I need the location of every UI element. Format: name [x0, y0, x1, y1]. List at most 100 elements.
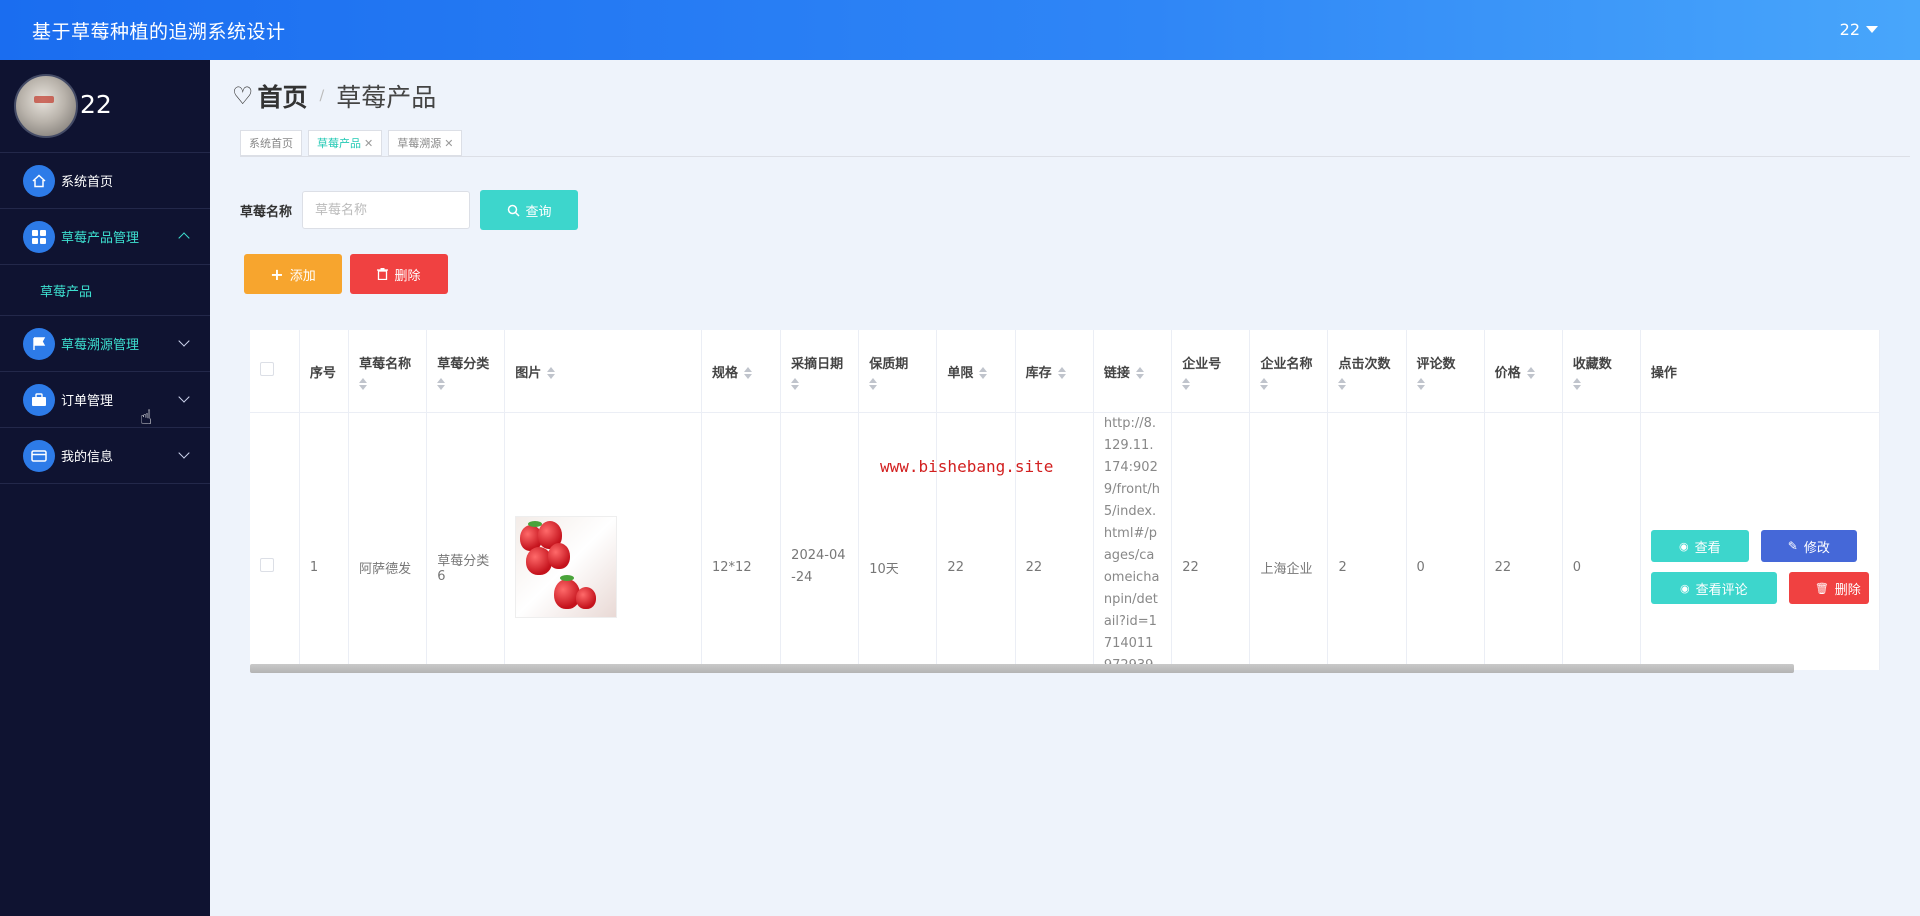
chevron-down-icon: [178, 447, 190, 459]
flag-icon: [23, 327, 55, 360]
select-all-checkbox[interactable]: [260, 362, 274, 376]
sort-icon[interactable]: [1260, 377, 1269, 390]
cell-shelf-life: 10天: [858, 412, 938, 670]
caret-down-icon: [1866, 26, 1878, 33]
view-button[interactable]: ◉ 查看: [1650, 530, 1749, 562]
tab-label: 系统首页: [249, 137, 293, 150]
sidebar-item-product-management[interactable]: 草莓产品管理: [0, 209, 210, 265]
column-header[interactable]: 采摘日期: [780, 330, 860, 413]
home-icon: [23, 164, 55, 197]
sidebar-item-orders[interactable]: 订单管理: [0, 372, 210, 428]
hand-cursor-icon: ☝: [140, 405, 153, 429]
column-header[interactable]: 图片: [504, 330, 702, 413]
chevron-up-icon: [178, 232, 190, 244]
column-header[interactable]: 库存: [1015, 330, 1094, 413]
sort-icon[interactable]: [547, 367, 556, 379]
close-icon[interactable]: ✕: [444, 137, 453, 150]
query-button[interactable]: 查询: [480, 190, 579, 230]
column-header[interactable]: 规格: [701, 330, 782, 413]
cell-stock: 22: [1015, 412, 1094, 670]
sidebar-item-my-info[interactable]: 我的信息: [0, 428, 210, 484]
product-table: 序号 草莓名称 草莓分类 图片 规格 采摘日期 保质期 单限 库存 链接 企业号…: [250, 330, 1880, 670]
sidebar-item-label: 订单管理: [61, 394, 114, 409]
column-header[interactable]: 企业号: [1171, 330, 1251, 413]
breadcrumb-separator: /: [319, 88, 325, 104]
sidebar-item-label: 草莓溯源管理: [61, 338, 140, 353]
view-comments-button[interactable]: ◉ 查看评论: [1650, 572, 1777, 604]
sort-icon[interactable]: [1526, 367, 1535, 379]
grid-icon: [23, 220, 55, 253]
pencil-icon: ✎: [1787, 539, 1798, 553]
sidebar: 22 系统首页 草莓产品管理 草莓产品 草莓溯源管理 订单管理 我的信息 ☝: [0, 60, 210, 916]
horizontal-scrollbar[interactable]: [250, 664, 1794, 673]
column-header[interactable]: 草莓分类: [426, 330, 506, 413]
cell-price: 22: [1484, 412, 1563, 670]
sort-icon[interactable]: [1338, 377, 1347, 390]
cell-favorites: 0: [1562, 412, 1641, 670]
sort-icon[interactable]: [437, 377, 446, 390]
cell-category: 草莓分类6: [426, 412, 506, 670]
select-all-cell: [250, 330, 300, 413]
briefcase-icon: [23, 383, 55, 416]
sidebar-item-label: 系统首页: [61, 175, 114, 190]
column-header[interactable]: 保质期: [858, 330, 938, 413]
column-header: 序号: [299, 330, 350, 413]
app-title: 基于草莓种植的追溯系统设计: [32, 21, 286, 43]
tab-products[interactable]: 草莓产品 ✕: [308, 130, 383, 156]
cell-clicks: 2: [1327, 412, 1407, 670]
sort-icon[interactable]: [1057, 367, 1066, 379]
column-header[interactable]: 链接: [1093, 330, 1173, 413]
close-icon[interactable]: ✕: [364, 137, 373, 150]
sort-icon[interactable]: [869, 377, 878, 390]
sort-icon[interactable]: [979, 367, 988, 379]
eye-icon: ◉: [1680, 581, 1690, 595]
cell-company-name: 上海企业: [1249, 412, 1329, 670]
tab-trace[interactable]: 草莓溯源 ✕: [388, 130, 463, 156]
cell-limit: 22: [936, 412, 1016, 670]
column-header[interactable]: 单限: [936, 330, 1016, 413]
user-name: 22: [1839, 20, 1860, 39]
cell-comments: 0: [1406, 412, 1485, 670]
sidebar-subitem-products[interactable]: 草莓产品: [0, 265, 210, 316]
column-header[interactable]: 评论数: [1406, 330, 1485, 413]
chevron-down-icon: [178, 335, 190, 347]
add-button[interactable]: + 添加: [244, 254, 342, 294]
profile-name: 22: [80, 90, 112, 119]
chevron-down-icon: [178, 391, 190, 403]
sort-icon[interactable]: [791, 377, 800, 390]
delete-button[interactable]: 删除: [350, 254, 448, 294]
sidebar-item-label: 我的信息: [61, 450, 114, 465]
row-checkbox[interactable]: [260, 558, 274, 572]
query-button-label: 查询: [525, 204, 552, 220]
divider: [240, 156, 1910, 157]
table-header-row: 序号 草莓名称 草莓分类 图片 规格 采摘日期 保质期 单限 库存 链接 企业号…: [250, 330, 1880, 413]
sidebar-item-trace-management[interactable]: 草莓溯源管理: [0, 316, 210, 372]
eye-icon: ◉: [1679, 539, 1689, 553]
sort-icon[interactable]: [359, 377, 368, 390]
column-header[interactable]: 点击次数: [1327, 330, 1407, 413]
sort-icon[interactable]: [744, 367, 753, 379]
main-content: ♡ 首页 / 草莓产品 系统首页 草莓产品✕ 草莓溯源✕ 草莓名称 查询 + 添…: [210, 60, 1920, 916]
column-header[interactable]: 企业名称: [1249, 330, 1329, 413]
column-header[interactable]: 草莓名称: [348, 330, 428, 413]
sort-icon[interactable]: [1135, 367, 1144, 379]
user-menu[interactable]: 22: [1840, 20, 1878, 39]
breadcrumb-home[interactable]: 首页: [258, 78, 308, 114]
column-header[interactable]: 收藏数: [1562, 330, 1641, 413]
row-actions: ◉ 查看 ✎ 修改 ◉ 查看评论 🗑 删除: [1650, 530, 1869, 604]
add-button-label: 添加: [289, 268, 316, 284]
tab-home[interactable]: 系统首页: [240, 130, 302, 156]
cell-company-no: 22: [1171, 412, 1251, 670]
sort-icon[interactable]: [1182, 377, 1191, 390]
table-row: 1 阿萨德发 草莓分类6 12*12 2024-04-24 10天 22 22 …: [250, 412, 1880, 670]
strawberry-image[interactable]: [515, 516, 618, 618]
search-input[interactable]: [302, 191, 471, 229]
column-header[interactable]: 价格: [1484, 330, 1563, 413]
sort-icon[interactable]: [1572, 377, 1581, 390]
edit-button[interactable]: ✎ 修改: [1760, 530, 1857, 562]
sidebar-item-home[interactable]: 系统首页: [0, 153, 210, 209]
search-icon: [507, 204, 520, 217]
row-delete-button[interactable]: 🗑 删除: [1788, 572, 1869, 604]
sort-icon[interactable]: [1416, 377, 1425, 390]
cell-index: 1: [299, 412, 350, 670]
